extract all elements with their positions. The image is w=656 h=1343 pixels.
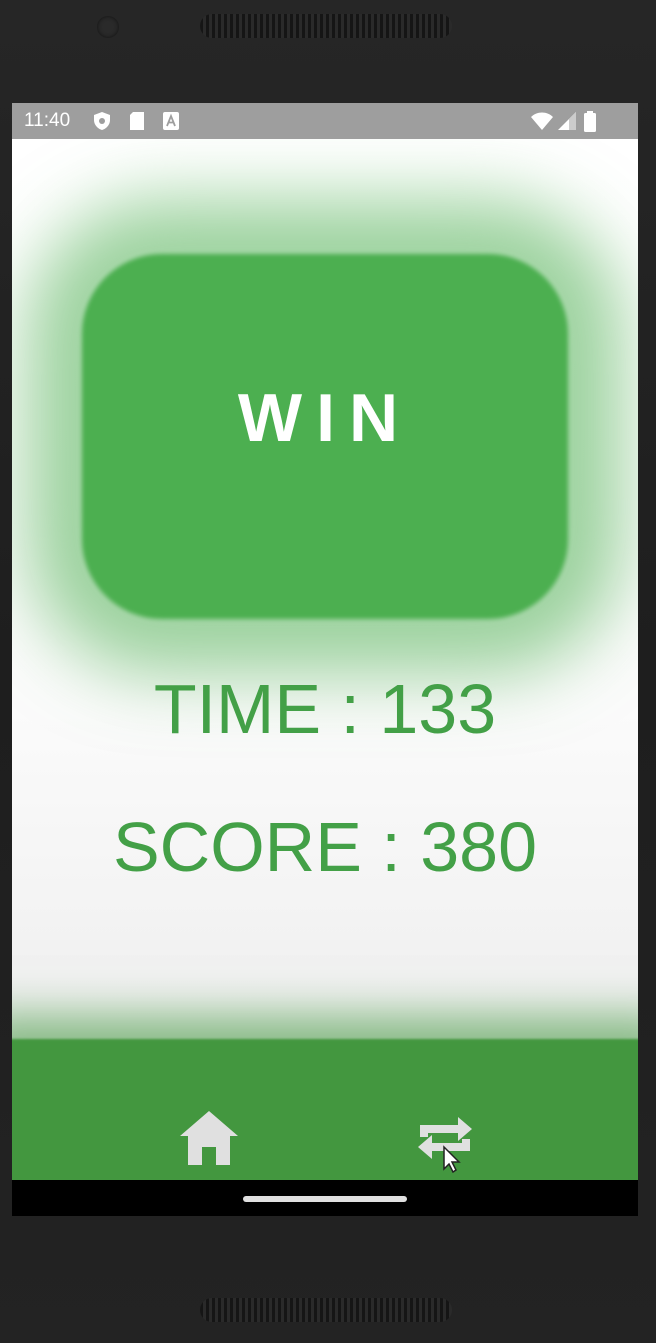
shield-icon <box>92 111 112 136</box>
win-title: WIN <box>237 380 413 456</box>
bottom-speaker <box>200 1298 452 1322</box>
score-display: SCORE : 380 <box>112 808 538 886</box>
system-navigation-bar <box>12 1180 638 1216</box>
battery-icon <box>583 111 597 138</box>
status-time: 11:40 <box>24 110 71 131</box>
phone-frame: 11:40 WIN TIME: 133 SCORE: 380 <box>0 0 656 1343</box>
repeat-icon <box>418 1117 472 1174</box>
signal-icon <box>557 111 577 136</box>
bottom-action-bar <box>12 1039 638 1180</box>
gesture-home-pill[interactable] <box>243 1196 407 1202</box>
game-over-content: WIN TIME : 133 SCORE : 380 <box>12 139 638 1180</box>
wifi-icon <box>530 111 554 136</box>
home-button[interactable] <box>174 1103 244 1173</box>
sd-card-icon <box>128 111 146 136</box>
status-bar: 11:40 <box>12 103 638 139</box>
time-display: TIME : 133 <box>153 670 497 748</box>
notification-a-icon <box>162 111 180 136</box>
front-camera <box>97 16 119 38</box>
home-icon <box>180 1111 238 1165</box>
earpiece-speaker <box>200 14 452 38</box>
replay-button[interactable] <box>410 1103 480 1174</box>
screen: 11:40 WIN TIME: 133 SCORE: 380 <box>12 103 638 1216</box>
